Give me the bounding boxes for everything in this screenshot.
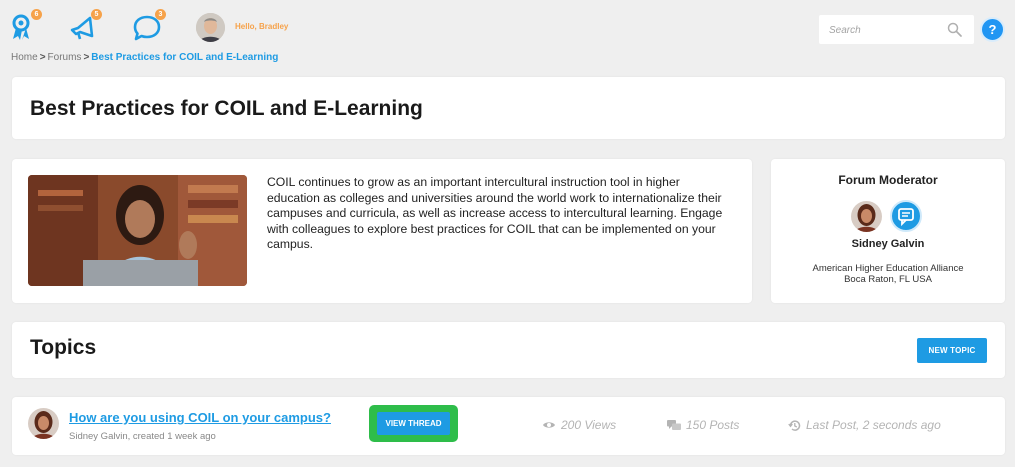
search-icon[interactable] bbox=[947, 22, 962, 37]
forum-description-card: COIL continues to grow as an important i… bbox=[12, 159, 752, 303]
moderator-name: Sidney Galvin bbox=[851, 238, 925, 250]
thread-posts: 150 Posts bbox=[667, 418, 739, 432]
messages-nav-button[interactable]: 3 bbox=[132, 9, 166, 42]
thread-posts-label: 150 Posts bbox=[686, 418, 740, 432]
moderator-heading: Forum Moderator bbox=[838, 173, 938, 187]
forum-title-card: Best Practices for COIL and E-Learning bbox=[12, 77, 1005, 139]
forum-description: COIL continues to grow as an important i… bbox=[267, 175, 723, 252]
breadcrumb-separator: > bbox=[39, 52, 46, 63]
search-input[interactable] bbox=[829, 22, 939, 38]
breadcrumb-forums[interactable]: Forums bbox=[48, 52, 82, 63]
moderator-org: American Higher Education Alliance bbox=[812, 263, 964, 274]
thread-last-post-label: Last Post, 2 seconds ago bbox=[806, 418, 941, 432]
table-row: How are you using COIL on your campus? S… bbox=[12, 397, 1005, 455]
help-button[interactable]: ? bbox=[980, 17, 1005, 42]
view-thread-highlight: VIEW THREAD bbox=[369, 405, 458, 442]
message-icon bbox=[898, 208, 914, 227]
topics-heading: Topics bbox=[30, 336, 97, 359]
thread-author-avatar[interactable] bbox=[28, 408, 59, 439]
moderator-avatar[interactable] bbox=[851, 201, 882, 232]
search-box bbox=[819, 15, 974, 44]
topics-header-card: Topics NEW TOPIC bbox=[12, 322, 1005, 378]
awards-badge: 6 bbox=[31, 9, 42, 20]
top-bar: 6 5 3 Hello, Bradley ? bbox=[0, 0, 1015, 48]
thread-views: 200 Views bbox=[542, 418, 616, 432]
forum-hero-image bbox=[28, 175, 247, 286]
eye-icon bbox=[543, 422, 555, 428]
breadcrumb-separator: > bbox=[83, 52, 90, 63]
user-avatar[interactable] bbox=[196, 13, 225, 42]
announcements-badge: 5 bbox=[91, 9, 102, 20]
moderator-card: Forum Moderator Sidney Galvin American H… bbox=[771, 159, 1005, 303]
user-greeting: Hello, Bradley bbox=[235, 22, 289, 31]
new-topic-button[interactable]: NEW TOPIC bbox=[917, 338, 987, 363]
posts-icon bbox=[667, 419, 681, 430]
moderator-affiliation: American Higher Education Alliance Boca … bbox=[771, 263, 1005, 285]
messages-badge: 3 bbox=[155, 9, 166, 20]
message-moderator-button[interactable] bbox=[890, 200, 922, 232]
history-icon bbox=[788, 419, 801, 431]
thread-meta: Sidney Galvin, created 1 week ago bbox=[69, 431, 216, 442]
moderator-location: Boca Raton, FL USA bbox=[844, 274, 932, 285]
announcements-nav-button[interactable]: 5 bbox=[68, 9, 102, 42]
view-thread-button[interactable]: VIEW THREAD bbox=[377, 412, 450, 435]
breadcrumb-current[interactable]: Best Practices for COIL and E-Learning bbox=[91, 52, 278, 63]
thread-last-post: Last Post, 2 seconds ago bbox=[788, 418, 941, 432]
breadcrumb-home[interactable]: Home bbox=[11, 52, 38, 63]
page-title: Best Practices for COIL and E-Learning bbox=[30, 97, 423, 120]
awards-nav-button[interactable]: 6 bbox=[8, 9, 42, 42]
breadcrumb: Home > Forums > Best Practices for COIL and … bbox=[11, 52, 278, 63]
thread-views-label: 200 Views bbox=[561, 418, 617, 432]
thread-title-link[interactable]: How are you using COIL on your campus? bbox=[69, 410, 331, 425]
